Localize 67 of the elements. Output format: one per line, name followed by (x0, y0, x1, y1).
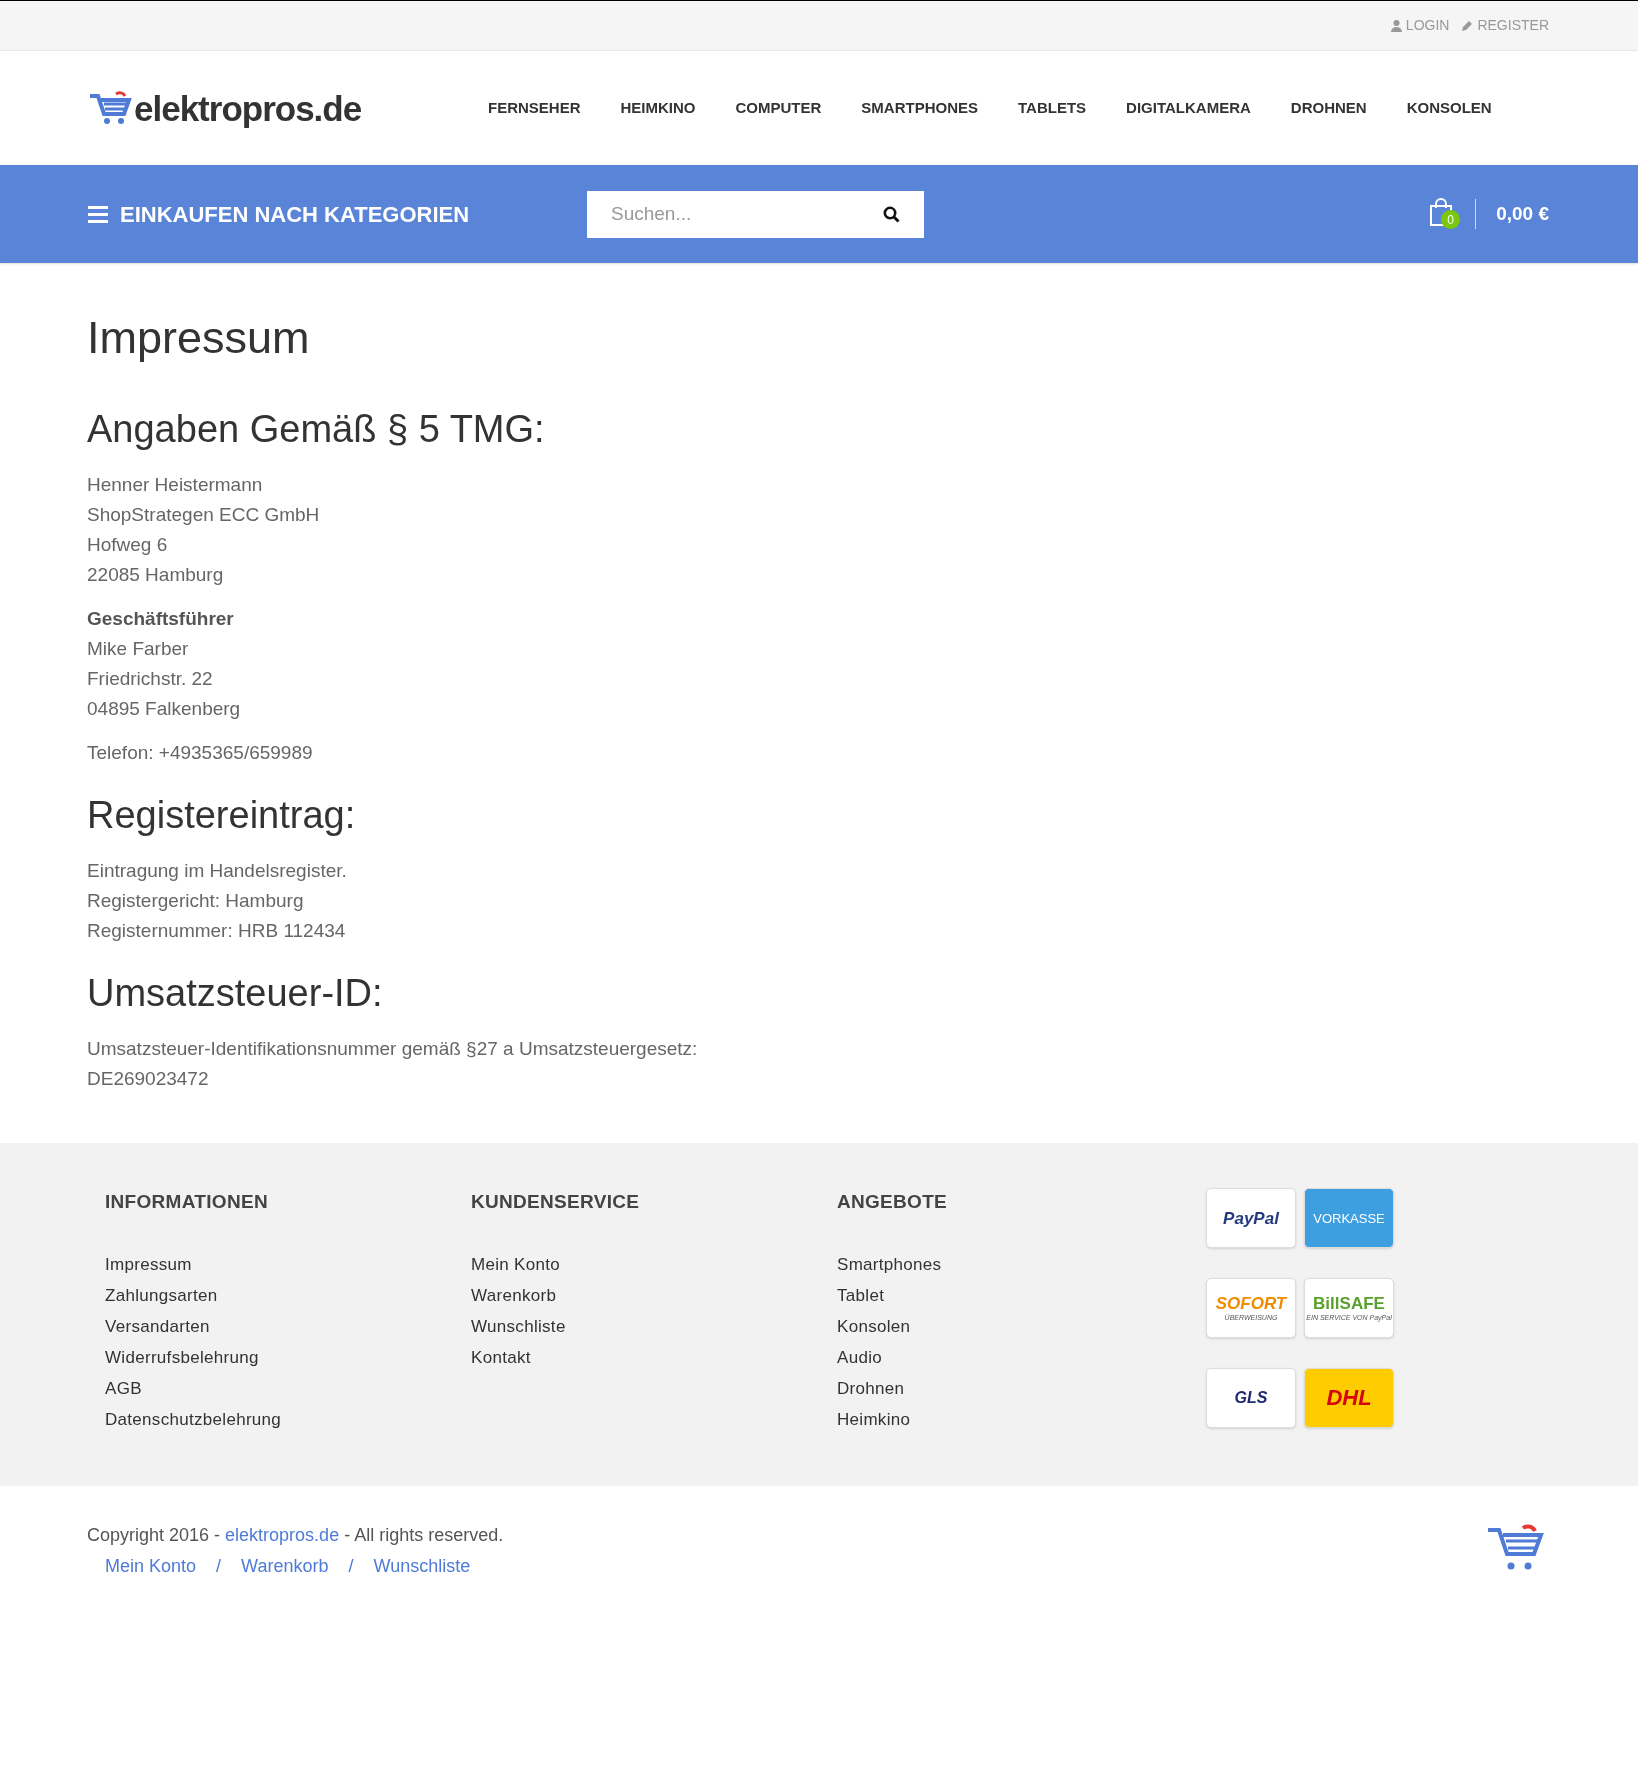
footer-link[interactable]: Warenkorb (241, 1553, 329, 1580)
payment-logo: GLS (1206, 1368, 1296, 1428)
payment-logo: VORKASSE (1304, 1188, 1394, 1248)
site-link[interactable]: elektropros.de (225, 1525, 340, 1545)
section-heading: Registereintrag: (87, 796, 357, 834)
nav-link[interactable]: HEIMKINO (620, 96, 696, 120)
cart-logo-icon (88, 90, 134, 126)
footer-link[interactable]: Wunschliste (471, 1310, 837, 1342)
footer-link[interactable]: Drohnen (837, 1372, 1203, 1404)
link-separator: / (216, 1555, 222, 1578)
user-icon (1390, 19, 1402, 32)
address-line: Henner Heistermann (87, 473, 264, 497)
footer-link[interactable]: AGB (105, 1372, 471, 1404)
footer-link[interactable]: Versandarten (105, 1310, 471, 1342)
address-line: Hofweg 6 (87, 533, 169, 557)
footer-link[interactable]: Tablet (837, 1279, 1203, 1311)
address-line: 22085 Hamburg (87, 563, 225, 587)
footer-link[interactable]: Mein Konto (105, 1553, 197, 1580)
section-heading: Umsatzsteuer-ID: (87, 974, 384, 1012)
footer-link[interactable]: Mein Konto (471, 1248, 837, 1280)
footer-link[interactable]: Audio (837, 1341, 1203, 1373)
address-line: Mike Farber (87, 637, 190, 661)
footer-heading: KUNDENSERVICE (471, 1190, 641, 1214)
footer-link[interactable]: Heimkino (837, 1403, 1203, 1435)
footer-link[interactable]: Datenschutzbelehrung (105, 1403, 471, 1435)
address-line: Friedrichstr. 22 (87, 667, 214, 691)
cart-total: 0,00 € (1496, 201, 1549, 226)
footer-link[interactable]: Widerrufsbelehrung (105, 1341, 471, 1373)
payment-logo: DHL (1304, 1368, 1394, 1428)
field-label: Geschäftsführer (87, 607, 235, 631)
copyright-text: Copyright 2016 - elektropros.de - All rights reserved. (87, 1524, 504, 1547)
nav-link[interactable]: KONSOLEN (1406, 96, 1492, 120)
nav-link[interactable]: TABLETS (1018, 96, 1087, 120)
footer-link[interactable]: Impressum (105, 1248, 471, 1280)
category-menu-button[interactable]: EINKAUFEN NACH KATEGORIEN (88, 197, 587, 231)
footer-heading: ANGEBOTE (837, 1190, 949, 1214)
search-icon[interactable] (883, 205, 900, 223)
address-line: Eintragung im Handelsregister. (87, 859, 348, 883)
address-line: Telefon: +4935365/659989 (87, 741, 314, 765)
footer-link[interactable]: Zahlungsarten (105, 1279, 471, 1311)
nav-link[interactable]: DROHNEN (1290, 96, 1367, 120)
nav-link[interactable]: DIGITALKAMERA (1126, 96, 1251, 120)
search-field[interactable]: Suchen... (587, 190, 924, 238)
link-separator: / (348, 1555, 354, 1578)
address-line: Registergericht: Hamburg (87, 889, 305, 913)
shopping-bag-icon (1429, 198, 1454, 226)
footer-link[interactable]: Konsolen (837, 1310, 1203, 1342)
address-line: ShopStrategen ECC GmbH (87, 503, 321, 527)
page-title: Impressum (87, 315, 311, 360)
nav-link[interactable]: COMPUTER (735, 96, 822, 120)
footer-link[interactable]: Smartphones (837, 1248, 1203, 1280)
menu-icon (88, 205, 108, 223)
footer-link[interactable]: Warenkorb (471, 1279, 837, 1311)
cart-count-badge: 0 (1441, 210, 1461, 229)
address-line: DE269023472 (87, 1067, 210, 1091)
pencil-icon (1461, 19, 1474, 32)
payment-logo: PayPal (1206, 1188, 1296, 1248)
footer-link[interactable]: Wunschliste (373, 1553, 471, 1580)
address-line: 04895 Falkenberg (87, 697, 242, 721)
address-line: Umsatzsteuer-Identifikationsnummer gemäß §27 a Umsatzsteuergesetz: (87, 1037, 699, 1061)
nav-link[interactable]: FERNSEHER (488, 96, 581, 120)
section-heading: Angaben Gemäß § 5 TMG: (87, 410, 546, 448)
footer-link[interactable]: Kontakt (471, 1341, 837, 1373)
logo-text[interactable]: elektropros.de (134, 91, 362, 126)
footer-heading: INFORMATIONEN (105, 1190, 269, 1214)
address-line: Registernummer: HRB 112434 (87, 919, 347, 943)
nav-link[interactable]: SMARTPHONES (861, 96, 979, 120)
